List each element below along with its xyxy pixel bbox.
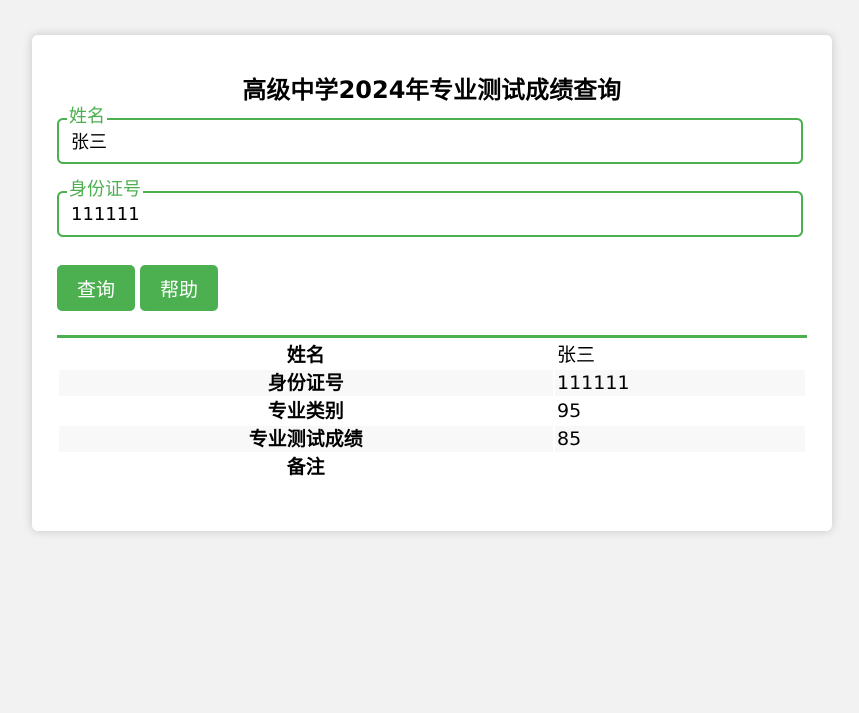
row-label: 专业测试成绩 xyxy=(59,426,553,452)
row-value: 111111 xyxy=(555,370,805,396)
name-input[interactable] xyxy=(59,120,801,162)
page-title: 高级中学2024年专业测试成绩查询 xyxy=(242,76,622,104)
row-label: 备注 xyxy=(286,456,325,478)
table-row: 备注 xyxy=(59,454,805,480)
result-divider xyxy=(57,335,807,338)
row-value xyxy=(555,454,805,480)
row-label: 姓名 xyxy=(286,344,325,366)
row-value: 85 xyxy=(555,426,805,452)
row-label: 身份证号 xyxy=(59,370,553,396)
result-table: 姓名 张三 身份证号 111111 专业类别 95 专业测试成绩 85 备注 xyxy=(57,340,807,482)
row-label: 专业类别 xyxy=(267,400,344,422)
name-field[interactable]: 姓名 xyxy=(57,106,803,164)
table-row: 专业类别 95 xyxy=(59,398,805,424)
table-row: 专业测试成绩 85 xyxy=(59,426,805,452)
row-value: 张三 xyxy=(557,344,596,366)
help-button[interactable]: 帮助 xyxy=(140,265,218,311)
table-row: 姓名 张三 xyxy=(59,342,805,368)
row-value: 95 xyxy=(557,400,582,422)
table-row: 身份证号 111111 xyxy=(59,370,805,396)
query-card: 高级中学2024年专业测试成绩查询 姓名 身份证号 查询 帮助 姓名 张三 身份… xyxy=(32,35,832,531)
id-input[interactable] xyxy=(59,193,801,235)
query-button[interactable]: 查询 xyxy=(57,265,135,311)
id-field[interactable]: 身份证号 xyxy=(57,179,803,237)
